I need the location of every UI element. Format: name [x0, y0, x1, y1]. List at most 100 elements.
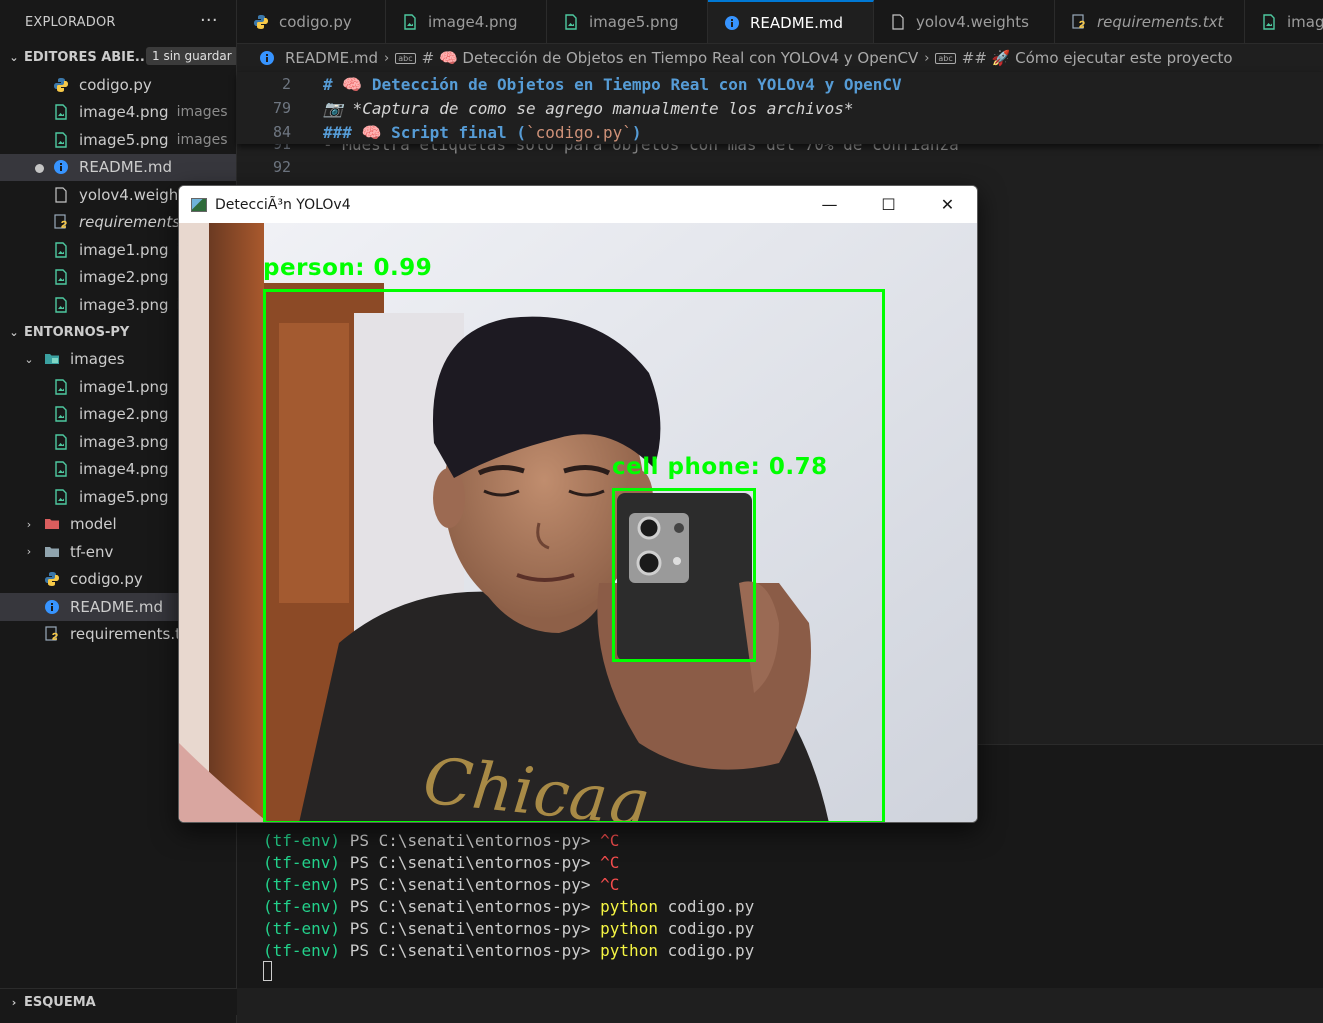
tab-requirements[interactable]: requirements.txt [1055, 0, 1245, 43]
requirements-icon [1071, 14, 1087, 30]
app-icon [191, 197, 207, 212]
info-icon [259, 50, 275, 66]
info-icon [724, 15, 740, 31]
prompt: PS C:\senati\entornos-py> [340, 852, 601, 872]
editor-tabs: codigo.py image4.png image5.png README.m… [237, 0, 1323, 44]
command-arg: codigo.py [657, 940, 755, 960]
file-icon [890, 14, 906, 30]
env-prefix: (tf-env) [263, 940, 341, 960]
chevron-right-icon: › [384, 50, 390, 66]
tab-codigo[interactable]: codigo.py [237, 0, 386, 43]
person-detection-label: person: 0.99 [263, 255, 433, 281]
tab-readme[interactable]: README.md [708, 0, 874, 43]
markdown-heading-icon: abc [395, 52, 416, 64]
line-text: # 🧠 Detección de Objetos en Tiempo Real … [323, 74, 902, 94]
unsaved-dot[interactable] [35, 163, 44, 173]
file-name: image4.png [79, 460, 169, 479]
tab-label: image4.png [428, 13, 518, 31]
python-icon [44, 571, 60, 587]
env-prefix: (tf-env) [263, 918, 341, 938]
outline-header[interactable]: › ESQUEMA [0, 989, 237, 1016]
breadcrumb-file[interactable]: README.md [285, 49, 378, 67]
sticky-line[interactable]: 84 ### 🧠 Script final (`codigo.py`) [237, 120, 1323, 144]
chevron-right-icon: › [26, 517, 32, 531]
sticky-line[interactable]: 79 📷 *Captura de como se agrego manualme… [237, 96, 1323, 120]
file-name: image2.png [79, 405, 169, 424]
open-editor-codigo[interactable]: codigo.py [0, 71, 236, 99]
file-name: codigo.py [70, 570, 143, 589]
phone-bounding-box [612, 488, 756, 662]
folder-name: tf-env [70, 542, 114, 561]
open-editor-readme[interactable]: README.md [0, 153, 236, 181]
minimize-button[interactable]: — [800, 186, 859, 223]
open-editor-image5[interactable]: image5.png images [0, 126, 236, 154]
folder-icon [44, 544, 60, 560]
terminal-line: (tf-env) PS C:\senati\entornos-py> pytho… [263, 939, 754, 961]
command-arg: codigo.py [657, 896, 755, 916]
file-name: yolov4.weights [79, 185, 192, 204]
prompt: PS C:\senati\entornos-py> [340, 830, 601, 850]
image-file-icon [402, 14, 418, 30]
folder-name: images [70, 350, 125, 369]
chevron-down-icon: ⌄ [9, 51, 19, 64]
image-file-icon [53, 132, 69, 148]
python-icon [253, 14, 269, 30]
chevron-right-icon: › [26, 545, 32, 559]
line-text: 📷 *Captura de como se agrego manualmente… [323, 98, 854, 118]
line-text: ) [631, 122, 642, 142]
markdown-heading-icon: abc [935, 52, 956, 64]
more-actions-icon[interactable]: ··· [200, 10, 218, 31]
file-dir: images [176, 104, 228, 121]
file-name: image5.png [79, 487, 169, 506]
file-name: image1.png [79, 377, 169, 396]
terminal-line: (tf-env) PS C:\senati\entornos-py> pytho… [263, 895, 754, 917]
image-file-icon [53, 379, 69, 395]
open-editor-image4[interactable]: image4.png images [0, 99, 236, 127]
tab-label: yolov4.weights [916, 13, 1029, 31]
window-controls: — ☐ ✕ [800, 186, 977, 223]
open-editors-section[interactable]: ⌄ EDITORES ABIE... 1 sin guardar [0, 44, 236, 71]
code-line[interactable]: 92 [237, 155, 1323, 179]
workspace-label: ENTORNOS-PY [24, 324, 130, 340]
close-button[interactable]: ✕ [918, 186, 977, 223]
person-bounding-box [263, 289, 885, 822]
outline-section[interactable]: › ESQUEMA [0, 988, 237, 1015]
command-arg: codigo.py [657, 918, 755, 938]
command: python [600, 940, 658, 960]
tab-image5[interactable]: image5.png [547, 0, 708, 43]
terminal-line: (tf-env) PS C:\senati\entornos-py> ^C [263, 851, 619, 873]
breadcrumb-h2[interactable]: ## 🚀 Cómo ejecutar este proyecto [962, 49, 1233, 67]
model-folder-icon [44, 516, 60, 532]
chevron-down-icon: ⌄ [24, 352, 34, 366]
explorer-header: EXPLORADOR ··· [0, 0, 236, 44]
window-titlebar[interactable]: DetecciÃ³n YOLOv4 — ☐ ✕ [179, 186, 977, 223]
breadcrumb-h1[interactable]: # 🧠 Detección de Objetos en Tiempo Real … [422, 49, 919, 67]
chevron-right-icon: › [924, 50, 930, 66]
file-name: README.md [70, 597, 164, 616]
image-file-icon [53, 489, 69, 505]
folder-name: model [70, 515, 117, 534]
terminal-line: (tf-env) PS C:\senati\entornos-py> ^C [263, 873, 619, 895]
python-icon [53, 77, 69, 93]
line-number: 92 [272, 158, 291, 176]
line-number: 2 [281, 75, 291, 93]
info-icon [44, 599, 60, 615]
command: ^C [600, 830, 620, 850]
tab-image4[interactable]: image4.png [386, 0, 547, 43]
image-file-icon [53, 406, 69, 422]
command: python [600, 896, 658, 916]
maximize-button[interactable]: ☐ [859, 186, 918, 223]
line-number: 79 [272, 99, 291, 117]
sticky-scroll-header[interactable]: 2 # 🧠 Detección de Objetos en Tiempo Rea… [237, 72, 1323, 144]
image-file-icon [53, 242, 69, 258]
sticky-line[interactable]: 2 # 🧠 Detección de Objetos en Tiempo Rea… [237, 72, 1323, 96]
tab-image-overflow[interactable]: imag [1245, 0, 1323, 43]
images-folder-icon [44, 351, 60, 367]
requirements-icon [53, 214, 69, 230]
image-file-icon [53, 434, 69, 450]
tab-yolov4-weights[interactable]: yolov4.weights [874, 0, 1055, 43]
detection-window[interactable]: DetecciÃ³n YOLOv4 — ☐ ✕ Chicag person: 0… [178, 185, 978, 823]
file-icon [53, 187, 69, 203]
image-file-icon [1261, 14, 1277, 30]
file-name: image3.png [79, 295, 169, 314]
